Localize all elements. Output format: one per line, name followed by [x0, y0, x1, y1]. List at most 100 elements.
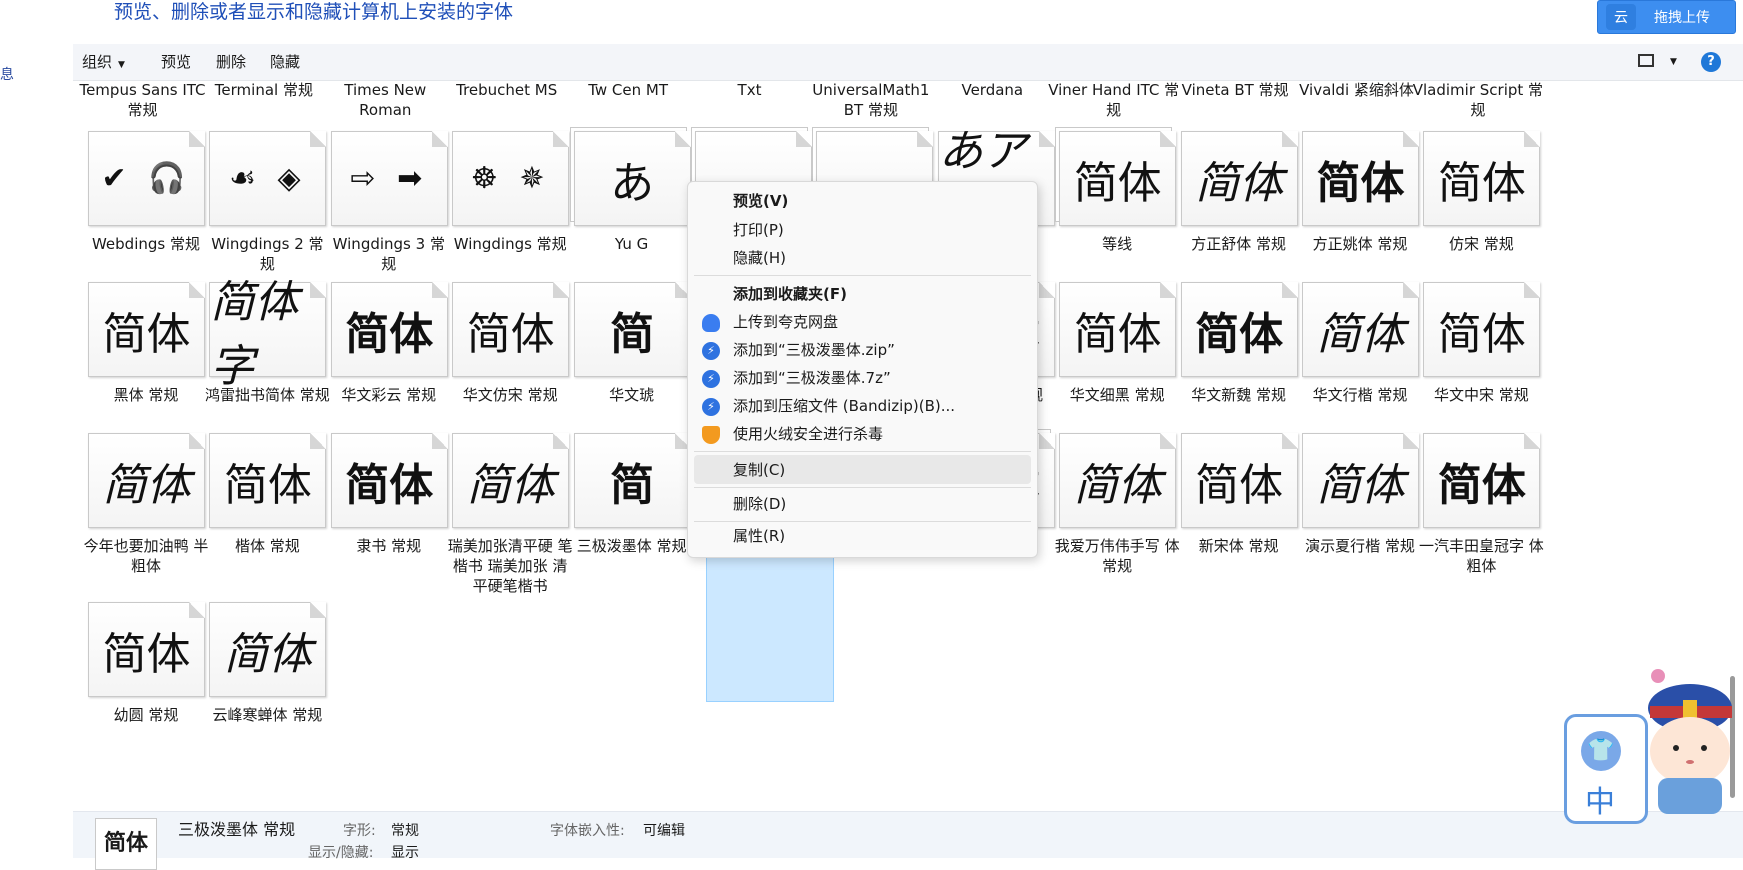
- font-name-text: 黑体 常规: [113, 386, 179, 404]
- font-sample-text: 简体: [1195, 308, 1284, 360]
- font-sample-text: 简体: [1316, 308, 1405, 360]
- font-name-text: 隶书 常规: [356, 537, 422, 555]
- menu-item-add-7z[interactable]: 添加到“三极泼墨体.7z”: [733, 366, 891, 390]
- font-sample-text: 简体: [223, 628, 312, 680]
- font-preview-card[interactable]: 简体: [1423, 433, 1541, 528]
- font-preview-card[interactable]: ✔ 🎧: [88, 131, 205, 226]
- menu-item-add-bandizip[interactable]: 添加到压缩文件 (Bandizip)(B)...: [733, 394, 955, 418]
- font-preview-card[interactable]: あ: [573, 131, 691, 226]
- font-sample-text: 简体: [102, 628, 191, 680]
- font-preview-card[interactable]: 简体字: [209, 276, 327, 392]
- font-name-text: 一汽丰田皇冠字 体 粗体: [1419, 537, 1544, 575]
- menu-separator: [694, 275, 1031, 276]
- font-name-text: Tempus Sans ITC 常规: [79, 81, 206, 119]
- details-visibility-label: 显示/隐藏:: [308, 845, 374, 861]
- ime-chinese-mode[interactable]: 中: [1585, 777, 1615, 821]
- font-preview-card[interactable]: 简体: [1302, 131, 1419, 226]
- details-font-thumbnail: 简体: [95, 818, 157, 870]
- font-preview-card[interactable]: ⇨ ➡: [330, 131, 448, 226]
- font-sample-text: ☙ ◈: [229, 161, 307, 196]
- font-name-text: Wingdings 3 常规: [332, 235, 445, 273]
- font-preview-card[interactable]: 简体: [1059, 131, 1177, 226]
- font-name-text: Tw Cen MT: [588, 81, 668, 99]
- font-preview-card[interactable]: 简体: [88, 282, 205, 377]
- drag-upload-label: 拖拽上传: [1654, 10, 1710, 26]
- chevron-down-icon[interactable]: ▼: [1670, 44, 1677, 80]
- ime-skin-icon[interactable]: 👕: [1581, 731, 1621, 771]
- font-name-text: Yu G: [614, 235, 649, 253]
- font-sample-text: ✔ 🎧: [101, 161, 192, 196]
- font-sample-text: 简: [610, 459, 655, 511]
- font-preview-card[interactable]: 简体: [88, 433, 205, 528]
- font-name-text: 方正姚体 常规: [1312, 235, 1408, 253]
- menu-item-copy[interactable]: 复制(C): [733, 458, 785, 482]
- drag-upload-button[interactable]: 云 拖拽上传: [1597, 0, 1736, 34]
- font-sample-text: 简体: [345, 308, 434, 360]
- chevron-down-icon: ▼: [118, 60, 125, 70]
- font-name-text: Wingdings 常规: [453, 235, 567, 253]
- command-bar: 组织 ▼ 预览 删除 隐藏 ▼ ?: [73, 44, 1743, 81]
- hide-button[interactable]: 隐藏: [270, 44, 300, 80]
- font-sample-text: 简体: [466, 459, 555, 511]
- menu-item-properties[interactable]: 属性(R): [733, 524, 785, 548]
- menu-item-hide[interactable]: 隐藏(H): [733, 246, 786, 270]
- font-name-text: Vivaldi 紧缩斜体: [1299, 81, 1414, 99]
- selected-item-highlight: [706, 553, 834, 702]
- font-preview-card[interactable]: 简体: [1180, 433, 1298, 528]
- font-name-text: 华文仿宋 常规: [462, 386, 558, 404]
- font-preview-card[interactable]: 简体: [1423, 131, 1541, 226]
- font-preview-card[interactable]: 简体: [1180, 131, 1298, 226]
- bandizip-icon: ⚡: [702, 370, 720, 388]
- font-preview-card[interactable]: 简体: [452, 282, 570, 377]
- menu-item-preview[interactable]: 预览(V): [733, 189, 788, 213]
- font-sample-text: 简体字: [210, 276, 299, 392]
- font-name-text: 鸿雷拙书简体 常规: [205, 386, 330, 404]
- font-preview-card[interactable]: 简体: [452, 433, 570, 528]
- font-preview-card[interactable]: 简体: [88, 602, 205, 697]
- organize-button[interactable]: 组织 ▼: [82, 44, 125, 80]
- ime-mascot-icon[interactable]: [1628, 666, 1743, 816]
- bandizip-icon: ⚡: [702, 342, 720, 360]
- preview-button[interactable]: 预览: [161, 44, 191, 80]
- menu-item-huorong-scan[interactable]: 使用火绒安全进行杀毒: [733, 422, 883, 446]
- font-name-text: 云峰寒蝉体 常规: [212, 706, 323, 724]
- font-preview-card[interactable]: 简体: [1302, 433, 1419, 528]
- font-preview-card[interactable]: 简: [573, 282, 691, 377]
- view-layout-icon[interactable]: [1638, 54, 1654, 67]
- delete-button[interactable]: 删除: [216, 44, 246, 80]
- font-preview-card[interactable]: 简体: [1180, 282, 1298, 377]
- left-navigation-strip: 息: [0, 0, 73, 857]
- menu-item-print[interactable]: 打印(P): [733, 218, 784, 242]
- menu-item-add-zip[interactable]: 添加到“三极泼墨体.zip”: [733, 338, 895, 362]
- font-preview-card[interactable]: 简: [573, 433, 691, 528]
- help-icon[interactable]: ?: [1701, 52, 1721, 72]
- font-sample-text: あ: [610, 157, 655, 209]
- font-sample-text: 简: [610, 308, 655, 360]
- font-preview-card[interactable]: 简体: [330, 433, 448, 528]
- organize-label: 组织: [82, 53, 113, 71]
- font-name-text: 幼圆 常规: [113, 706, 179, 724]
- menu-item-delete[interactable]: 删除(D): [733, 492, 786, 516]
- font-sample-text: 简体: [1195, 459, 1284, 511]
- font-preview-card[interactable]: ☙ ◈: [209, 131, 327, 226]
- font-preview-card[interactable]: 简体: [1059, 282, 1177, 377]
- font-sample-text: 简体: [1437, 459, 1526, 511]
- font-name-text: 华文琥: [609, 386, 655, 404]
- font-preview-card[interactable]: ☸ ✵: [452, 131, 570, 226]
- font-name-text: 我爱万伟伟手写 体 常规: [1054, 537, 1180, 575]
- font-sample-text: 简体: [1316, 157, 1405, 209]
- font-preview-card[interactable]: 简体: [209, 602, 327, 697]
- font-preview-card[interactable]: 简体: [1059, 433, 1177, 528]
- font-sample-text: 简体: [223, 459, 312, 511]
- menu-item-add-to-favorites[interactable]: 添加到收藏夹(F): [733, 282, 847, 306]
- context-menu: 预览(V) 打印(P) 隐藏(H) 添加到收藏夹(F) 上传到夸克网盘 ⚡ 添加…: [687, 181, 1038, 558]
- font-preview-card[interactable]: 简体: [1423, 282, 1541, 377]
- font-preview-card[interactable]: 简体: [1302, 282, 1419, 377]
- bandizip-icon: ⚡: [702, 398, 720, 416]
- menu-item-upload-quark[interactable]: 上传到夸克网盘: [733, 310, 838, 334]
- font-preview-card[interactable]: 简体: [330, 282, 448, 377]
- font-sample-text: 简体: [102, 308, 191, 360]
- font-sample-text: 简体: [1316, 459, 1405, 511]
- font-preview-card[interactable]: 简体: [209, 433, 327, 528]
- font-name-text: Vineta BT 常规: [1181, 81, 1289, 99]
